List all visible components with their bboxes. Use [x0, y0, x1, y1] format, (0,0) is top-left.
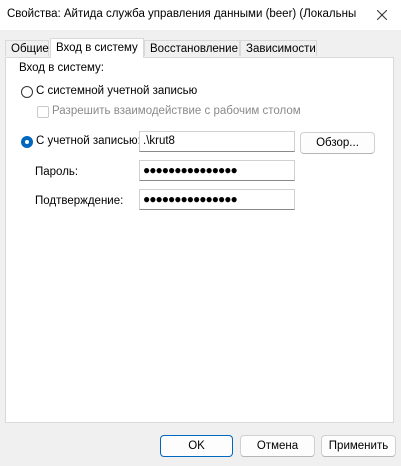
logon-group-label: Вход в систему: [19, 62, 104, 74]
service-properties-dialog: Свойства: Айтида служба управления данны… [0, 0, 401, 466]
tab-logon[interactable]: Вход в систему [50, 38, 144, 58]
password-input[interactable]: ●●●●●●●●●●●●●●● [139, 160, 295, 181]
cancel-button[interactable]: Отмена [240, 435, 315, 457]
title-bar: Свойства: Айтида служба управления данны… [0, 0, 401, 30]
account-name-input[interactable]: .\krut8 [139, 131, 295, 152]
window-title: Свойства: Айтида служба управления данны… [7, 8, 357, 20]
tab-general[interactable]: Общие [5, 40, 49, 56]
ok-button[interactable]: OK [160, 435, 233, 457]
tab-recovery[interactable]: Восстановление [144, 40, 240, 56]
system-account-label[interactable]: С системной учетной записью [36, 85, 197, 97]
close-button[interactable] [363, 0, 401, 30]
password-label: Пароль: [35, 166, 79, 178]
tab-dependencies[interactable]: Зависимости [240, 40, 317, 56]
logon-tab-panel: Вход в систему: С системной учетной запи… [5, 57, 394, 423]
interact-desktop-checkbox[interactable] [37, 106, 49, 118]
confirm-password-label: Подтверждение: [35, 195, 124, 207]
apply-button[interactable]: Применить [321, 435, 396, 457]
this-account-radio[interactable] [21, 136, 33, 148]
system-account-radio[interactable] [21, 86, 33, 98]
this-account-label[interactable]: С учетной записью: [36, 135, 141, 147]
close-icon [377, 10, 387, 20]
interact-desktop-label: Разрешить взаимодействие с рабочим столо… [52, 105, 301, 117]
browse-button[interactable]: Обзор... [300, 132, 375, 154]
confirm-password-input[interactable]: ●●●●●●●●●●●●●●● [139, 189, 295, 210]
